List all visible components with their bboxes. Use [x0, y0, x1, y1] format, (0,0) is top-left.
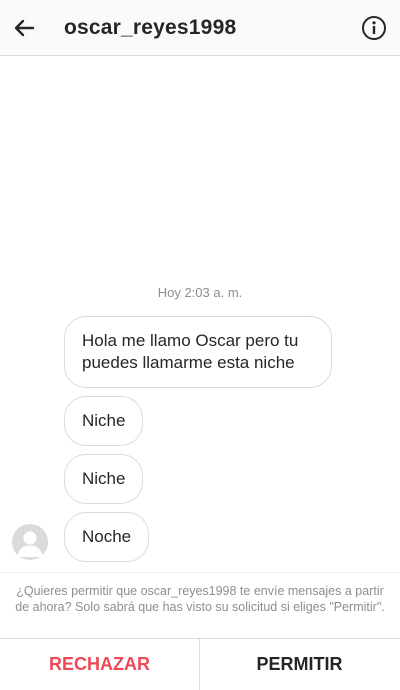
info-icon — [362, 16, 386, 40]
allow-button[interactable]: PERMITIR — [200, 639, 399, 690]
back-button[interactable] — [10, 14, 38, 42]
message-request-notice: ¿Quieres permitir que oscar_reyes1998 te… — [15, 584, 385, 614]
sender-avatar[interactable] — [12, 524, 48, 560]
message-bubble[interactable]: Niche — [64, 454, 144, 504]
reject-button[interactable]: RECHAZAR — [0, 639, 199, 690]
message-bubble[interactable]: Hola me llamo Oscar pero tu puedes llama… — [64, 316, 332, 388]
arrow-left-icon — [14, 19, 35, 37]
message-bubble[interactable]: Niche — [64, 396, 144, 446]
request-actions: RECHAZAR PERMITIR — [0, 638, 400, 690]
divider — [0, 572, 400, 573]
default-avatar-icon — [12, 524, 48, 560]
message-bubble[interactable]: Noche — [64, 512, 150, 562]
conversation-title[interactable]: oscar_reyes1998 — [64, 16, 236, 40]
message-timestamp: Hoy 2:03 a. m. — [157, 285, 243, 300]
info-button[interactable] — [360, 14, 388, 42]
top-bar: oscar_reyes1998 — [0, 0, 400, 56]
